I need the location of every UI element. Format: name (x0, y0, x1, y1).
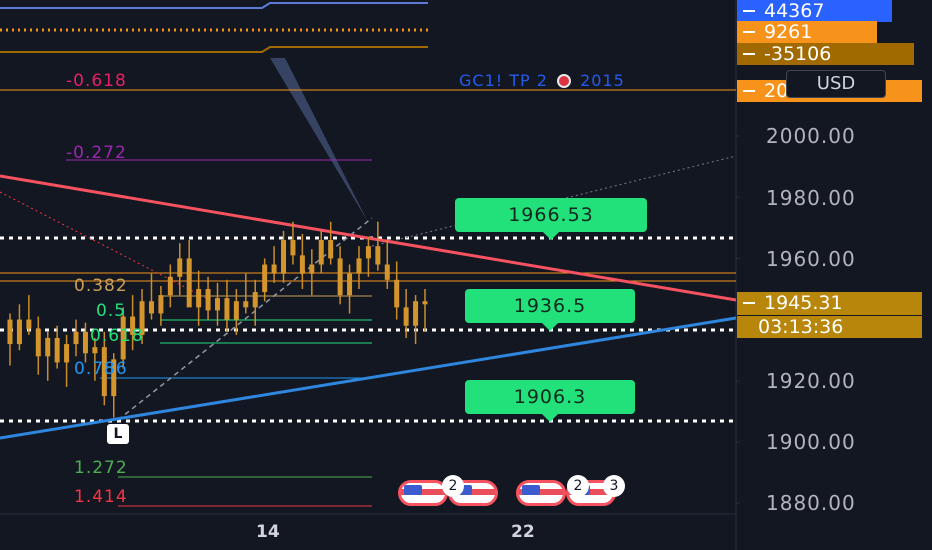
y-tick-label: 2000.00 (766, 124, 856, 148)
fib-label: 0.382 (74, 276, 128, 296)
candle-body (35, 328, 41, 357)
target-badge: 1936.5 (465, 289, 635, 331)
x-tick-label: 14 (256, 522, 280, 542)
candle-body (158, 295, 164, 314)
candle-body (337, 258, 343, 296)
candle-body (186, 258, 192, 308)
candle-body (7, 319, 13, 345)
fib-label: 1.414 (74, 487, 128, 507)
candle-body (148, 301, 154, 314)
fib-label: -0.618 (66, 71, 127, 91)
candle-body (384, 264, 390, 280)
candle-body (262, 264, 268, 293)
target-badge: 1906.3 (465, 380, 635, 422)
countdown-tag: 03:13:36 (737, 316, 922, 338)
fib-label: 0.618 (90, 326, 144, 346)
candle-body (271, 264, 277, 274)
candle-body (92, 347, 98, 354)
event-count-badge[interactable]: 3 (603, 475, 625, 497)
y-tick-label: 1900.00 (766, 430, 856, 454)
candle-body (252, 292, 258, 308)
candle-body (64, 344, 70, 363)
candle-body (422, 301, 428, 305)
indicator-legend: GC1! TP 2 2015 (459, 71, 625, 90)
y-tick-label: 1960.00 (766, 247, 856, 271)
y-tick-label: 1920.00 (766, 369, 856, 393)
x-tick-label: 22 (511, 522, 535, 542)
price-tag: 44367 (737, 0, 892, 22)
candle-body (167, 276, 173, 296)
candle-body (403, 307, 409, 326)
candle-body (224, 298, 230, 320)
candle-body (347, 273, 353, 296)
legend-symbol: GC1! TP 2 (459, 71, 548, 90)
candle-body (318, 240, 324, 265)
candle-body (281, 240, 287, 274)
candle-body (394, 279, 400, 308)
fib-label: -0.272 (66, 143, 127, 163)
fib-label: 0.5 (96, 301, 127, 321)
candle-body (205, 289, 211, 311)
candle-body (328, 240, 334, 259)
target-badge: 1966.53 (455, 198, 647, 240)
fib-label: 0.786 (74, 359, 128, 379)
candle-body (177, 258, 183, 277)
us-flag-event-icon[interactable] (398, 480, 448, 506)
price-tag: -35106 (737, 43, 914, 65)
candle-body (290, 240, 296, 256)
candle-body (45, 337, 51, 357)
candle-body (375, 246, 381, 265)
candle-body (82, 331, 88, 354)
currency-button[interactable]: USD (786, 70, 886, 98)
candle-body (365, 246, 371, 259)
us-flag-event-icon[interactable] (516, 480, 566, 506)
candle-body (356, 258, 362, 274)
last-price-tag: 1945.31 (737, 292, 922, 315)
y-tick-label: 1880.00 (766, 491, 856, 515)
candle-body (233, 301, 239, 320)
low-marker[interactable]: L (107, 424, 129, 444)
event-count-badge[interactable]: 2 (567, 475, 589, 497)
indicator-pointer (270, 58, 368, 222)
y-tick-label: 1980.00 (766, 186, 856, 210)
candle-body (215, 298, 220, 311)
candle-body (243, 301, 249, 308)
candle-body (413, 301, 419, 326)
legend-year: 2015 (580, 71, 625, 90)
event-count-badge[interactable]: 2 (442, 475, 464, 497)
candle-body (54, 337, 60, 363)
candle-body (196, 289, 202, 308)
candle-body (299, 255, 305, 274)
swing-line (117, 217, 373, 421)
candle-body (16, 319, 22, 345)
fib-label: 1.272 (74, 458, 128, 478)
candle-body (73, 331, 79, 345)
price-tag: 9261 (737, 21, 877, 43)
candle-body (26, 319, 32, 329)
candle-body (309, 264, 315, 274)
target-icon (557, 74, 572, 88)
